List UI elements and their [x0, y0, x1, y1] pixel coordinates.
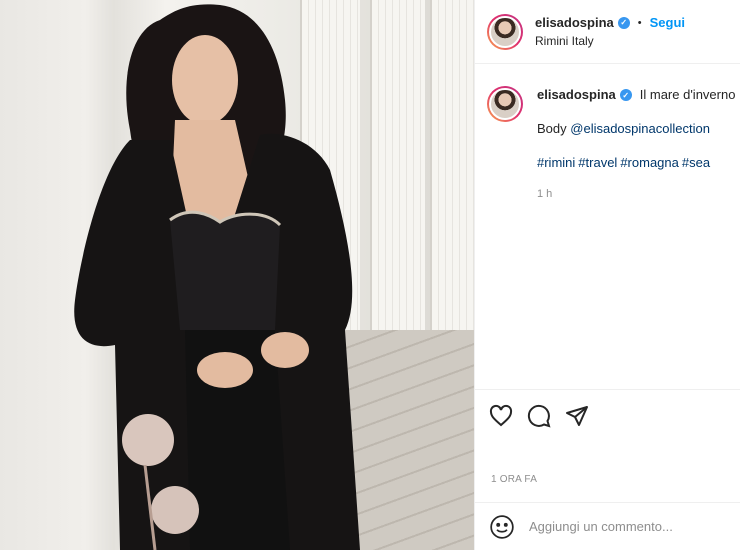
body-label: Body — [537, 121, 567, 137]
author-username[interactable]: elisadospina — [535, 15, 614, 30]
woman-figure — [74, 4, 360, 550]
posted-time: 1 ORA FA — [491, 474, 538, 485]
hashtag-link[interactable]: #romagna — [620, 155, 679, 170]
hashtag-link[interactable]: #travel — [578, 155, 617, 170]
caption-username[interactable]: elisadospina — [537, 86, 616, 104]
smiley-icon[interactable] — [489, 514, 515, 540]
post-header: elisadospina ✓ • Segui Rimini Italy — [475, 0, 740, 64]
hashtag-link[interactable]: #rimini — [537, 155, 575, 170]
hashtag-line: #rimini #travel #romagna #sea — [537, 154, 735, 172]
post-location[interactable]: Rimini Italy — [535, 34, 685, 48]
heart-icon[interactable] — [489, 404, 513, 428]
caption-text: Il mare d'inverno — [639, 87, 736, 102]
paper-plane-icon[interactable] — [565, 404, 589, 428]
caption-body-line: Body @elisadospinacollection — [537, 120, 735, 138]
beach-cabin-wall — [430, 0, 474, 370]
caption-avatar[interactable] — [487, 86, 523, 122]
comment-bar — [475, 502, 740, 550]
post-side-panel: elisadospina ✓ • Segui Rimini Italy elis… — [474, 0, 740, 550]
separator-dot: • — [637, 16, 642, 29]
caption-timestamp: 1 h — [537, 187, 553, 200]
comment-bubble-icon[interactable] — [527, 404, 551, 428]
post-photo[interactable] — [0, 0, 474, 550]
post-caption: elisadospina ✓ Il mare d'inverno Body @e… — [475, 64, 740, 202]
comment-input[interactable] — [529, 519, 729, 534]
author-avatar[interactable] — [487, 13, 523, 50]
verified-badge-icon: ✓ — [617, 16, 630, 29]
mention-link[interactable]: @elisadospinacollection — [570, 121, 710, 136]
hashtag-link[interactable]: #sea — [682, 155, 710, 170]
verified-badge-icon: ✓ — [619, 89, 632, 102]
follow-button[interactable]: Segui — [650, 15, 685, 30]
action-bar — [475, 389, 740, 441]
